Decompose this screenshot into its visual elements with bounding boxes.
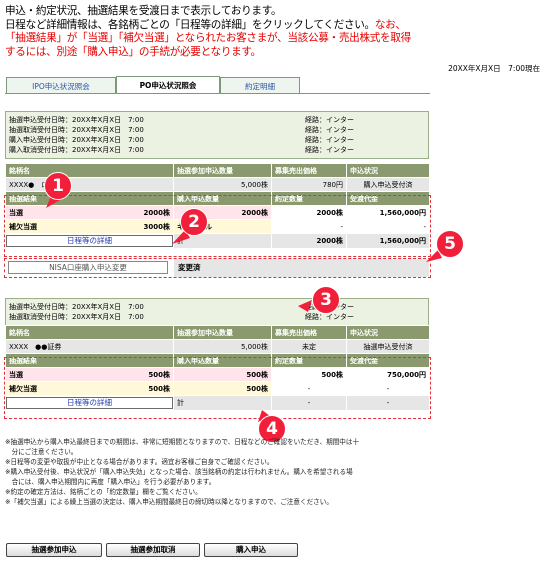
note-line: 合には、購入申込期間内に再度「購入申込」を行う必要があります。	[5, 478, 216, 486]
log-row: 抽選取消受付日時：20XX年X月X日 7:00 経路：インター	[9, 126, 354, 134]
callout-marker-3: 3	[312, 286, 340, 314]
log-row: 抽選申込受付日時：20XX年X月X日 7:00経路：インター	[9, 303, 354, 311]
col-header: 抽選参加申込数量	[173, 163, 272, 178]
callout-marker-5: 5	[436, 230, 464, 258]
tab-execution-details[interactable]: 約定明細	[220, 77, 300, 94]
table-header-row: 銘柄名 抽選参加申込数量 募集売出価格 申込状況	[5, 325, 430, 340]
note-line: ※抽選申込から購入申込最終日までの期間は、非常に短期間となりますので、日程などの…	[5, 438, 360, 446]
log-row: 抽選申込受付日時：20XX年X月X日 7:00経路：インター	[9, 116, 354, 124]
col-header: 募集売出価格	[271, 163, 347, 178]
note-line: ※購入申込受付後、申込状況が「購入申込失効」となった場合、該当銘柄の約定は行われ…	[5, 468, 353, 476]
highlight-box-results-2	[4, 357, 431, 419]
callout-marker-1: 1	[44, 172, 72, 200]
offer-price: 未定	[271, 339, 347, 354]
issue-name: XXXX ●●証券	[5, 339, 174, 354]
as-of-timestamp: 20XX年X月X日 7:00現在	[448, 64, 540, 73]
highlight-box-nisa	[4, 258, 431, 278]
offer-price: 780円	[271, 177, 347, 192]
application-status: 抽選申込受付済	[346, 339, 430, 354]
intro-line-2: 日程など詳細情報は、各銘柄ごとの「日程等の詳細」をクリックしてください。なお、	[5, 18, 406, 31]
note-line: ※「補欠当選」による繰上当選の決定は、購入申込期間最終日の締切時以降となりますの…	[5, 498, 333, 506]
intro-line-3: 「抽選結果」が「当選」「補欠当選」となられたお客さまが、当該公募・売出株式を取得	[5, 32, 411, 44]
tab-ipo-status[interactable]: IPO申込状況照会	[6, 77, 116, 94]
col-header: 銘柄名	[5, 325, 174, 340]
col-header: 申込状況	[346, 163, 430, 178]
intro-line-4: するには、別途「購入申込」の手続が必要となります。	[5, 45, 261, 58]
log-row: 購入申込受付日時：20XX年X月X日 7:00 経路：インター	[9, 136, 354, 144]
issue-name: XXXX● ロ	[5, 177, 174, 192]
table-header-row: 銘柄名 抽選参加申込数量 募集売出価格 申込状況	[5, 163, 430, 178]
table-row: XXXX ●●証券 5,000株 未定 抽選申込受付済	[5, 339, 430, 354]
tab-po-status[interactable]: PO申込状況照会	[116, 76, 220, 94]
note-line: ※約定の確定方法は、銘柄ごとの「約定数量」欄をご覧ください。	[5, 488, 202, 496]
intro-text: 申込・約定状況、抽選結果を受渡日まで表示しております。 日程など詳細情報は、各銘…	[5, 5, 545, 59]
col-header: 募集売出価格	[271, 325, 347, 340]
col-header: 銘柄名	[5, 163, 174, 178]
po-application-status-page: 申込・約定状況、抽選結果を受渡日まで表示しております。 日程など詳細情報は、各銘…	[0, 0, 550, 562]
note-line: ※日程等の変更や取扱が中止となる場合があります。適宜お客様ご自身でご確認ください…	[5, 458, 274, 466]
note-line: 分にご注意ください。	[5, 448, 78, 456]
block1-log: 抽選申込受付日時：20XX年X月X日 7:00 経路：インター 抽選取消受付日時：…	[5, 111, 429, 159]
application-status: 購入申込受付済	[346, 177, 430, 192]
highlight-box-results	[4, 195, 431, 257]
callout-marker-2: 2	[180, 208, 208, 236]
log-row: 購入取消受付日時：20XX年X月X日 7:00 経路：インター	[9, 146, 354, 154]
notes: ※抽選申込から購入申込最終日までの期間は、非常に短期間となりますので、日程などの…	[5, 437, 425, 507]
col-header: 申込状況	[346, 325, 430, 340]
lottery-apply-button[interactable]: 抽選参加申込	[6, 543, 102, 557]
tab-underline	[5, 93, 430, 94]
intro-line-1: 申込・約定状況、抽選結果を受渡日まで表示しております。	[5, 5, 282, 17]
block2-log: 抽選申込受付日時：20XX年X月X日 7:00経路：インター 抽選取消受付日時：…	[5, 298, 429, 326]
lottery-qty: 5,000株	[173, 339, 272, 354]
purchase-apply-button[interactable]: 購入申込	[204, 543, 298, 557]
tab-bar: IPO申込状況照会 PO申込状況照会 約定明細	[6, 76, 430, 94]
col-header: 抽選参加申込数量	[173, 325, 272, 340]
log-row: 抽選取消受付日時：20XX年X月X日 7:00 経路：インター	[9, 313, 354, 321]
lottery-cancel-button[interactable]: 抽選参加取消	[106, 543, 200, 557]
lottery-qty: 5,000株	[173, 177, 272, 192]
